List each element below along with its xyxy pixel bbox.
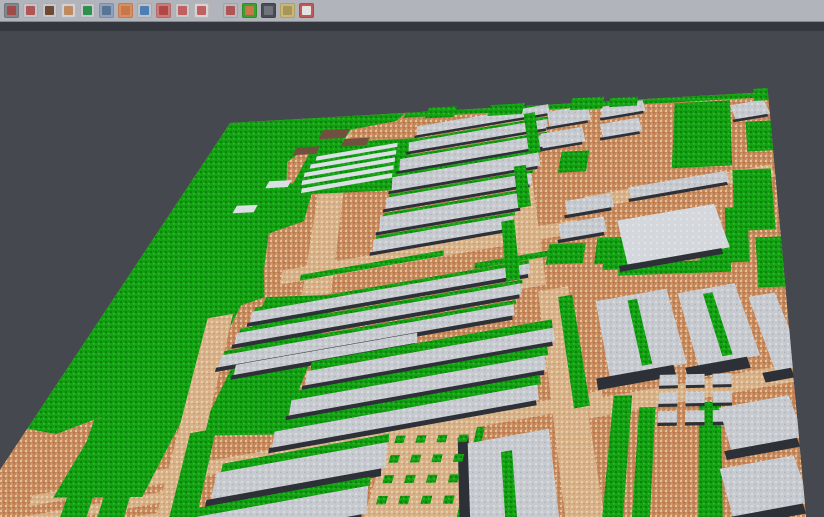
red-ring-target-icon-glyph <box>178 6 187 15</box>
feature-vegetation <box>755 236 785 287</box>
feature-building-roof <box>685 410 704 422</box>
terrain-cut-tool-icon-glyph <box>7 6 16 15</box>
red-flag-tool-icon-glyph <box>302 6 311 15</box>
dark-camera-icon-glyph <box>264 6 273 15</box>
feature-building-roof <box>713 391 732 403</box>
toolbar <box>0 0 824 22</box>
red-flag-tool-icon[interactable] <box>299 3 314 18</box>
blue-profile-column-icon-glyph <box>102 6 111 15</box>
classification-colors-icon[interactable] <box>242 3 257 18</box>
classification-colors-icon-glyph <box>245 6 254 15</box>
feature-light-structure <box>265 180 291 188</box>
gray-points-icon-glyph <box>64 6 73 15</box>
feature-vegetation <box>448 474 460 482</box>
feature-vegetation <box>453 454 464 462</box>
red-teal-cross-tool-icon[interactable] <box>23 3 38 18</box>
globe-icon[interactable] <box>137 3 152 18</box>
application-window <box>0 0 824 517</box>
feature-building-roof <box>659 375 678 386</box>
feature-vegetation <box>458 435 469 443</box>
dark-camera-icon[interactable] <box>261 3 276 18</box>
feature-vegetation <box>746 121 774 152</box>
red-rows-list-icon[interactable] <box>156 3 171 18</box>
feature-vegetation <box>443 495 455 504</box>
brown-hill-terrain-icon-glyph <box>45 6 54 15</box>
3d-viewport[interactable] <box>0 0 824 517</box>
feature-brown-structure <box>293 146 320 155</box>
red-rows-list-icon-glyph <box>159 6 168 15</box>
globe-icon-glyph <box>140 6 149 15</box>
feature-vegetation <box>725 207 750 263</box>
feature-building-wall-shadow <box>685 422 705 426</box>
feature-vegetation <box>487 103 524 116</box>
clipboard-red-tool-icon-glyph <box>226 6 235 15</box>
viewport-top-shade <box>0 22 824 31</box>
yellow-tag-icon[interactable] <box>280 3 295 18</box>
orange-square-layer-icon[interactable] <box>118 3 133 18</box>
clipboard-red-tool-icon[interactable] <box>223 3 238 18</box>
green-hill-terrain-icon[interactable] <box>80 3 95 18</box>
feature-vegetation <box>602 243 621 270</box>
red-dashed-selection-icon-glyph <box>197 6 206 15</box>
orange-square-layer-icon-glyph <box>121 6 130 15</box>
red-dashed-selection-icon[interactable] <box>194 3 209 18</box>
yellow-tag-icon-glyph <box>283 6 292 15</box>
feature-building-roof <box>686 374 705 385</box>
feature-building-roof <box>713 373 732 384</box>
feature-vegetation <box>425 106 457 118</box>
feature-building-roof <box>658 411 678 423</box>
feature-building-wall-shadow <box>713 384 732 387</box>
feature-vegetation <box>609 97 638 108</box>
feature-building-wall-shadow <box>686 385 705 388</box>
feature-building-wall-shadow <box>713 403 732 407</box>
feature-building-wall-shadow <box>685 403 704 407</box>
red-ring-target-icon[interactable] <box>175 3 190 18</box>
green-hill-terrain-icon-glyph <box>83 6 92 15</box>
gray-points-icon[interactable] <box>61 3 76 18</box>
terrain-cut-tool-icon[interactable] <box>4 3 19 18</box>
feature-vegetation <box>558 150 590 172</box>
blue-profile-column-icon[interactable] <box>99 3 114 18</box>
brown-hill-terrain-icon[interactable] <box>42 3 57 18</box>
feature-building-wall-shadow <box>658 404 677 408</box>
red-teal-cross-tool-icon-glyph <box>26 6 35 15</box>
feature-vegetation <box>570 97 604 111</box>
feature-building-roof <box>686 392 705 404</box>
feature-building-wall-shadow <box>657 423 677 427</box>
feature-building-wall-shadow <box>659 385 678 388</box>
feature-building-roof <box>658 392 677 404</box>
feature-vegetation <box>753 88 768 101</box>
feature-vegetation <box>672 100 732 168</box>
